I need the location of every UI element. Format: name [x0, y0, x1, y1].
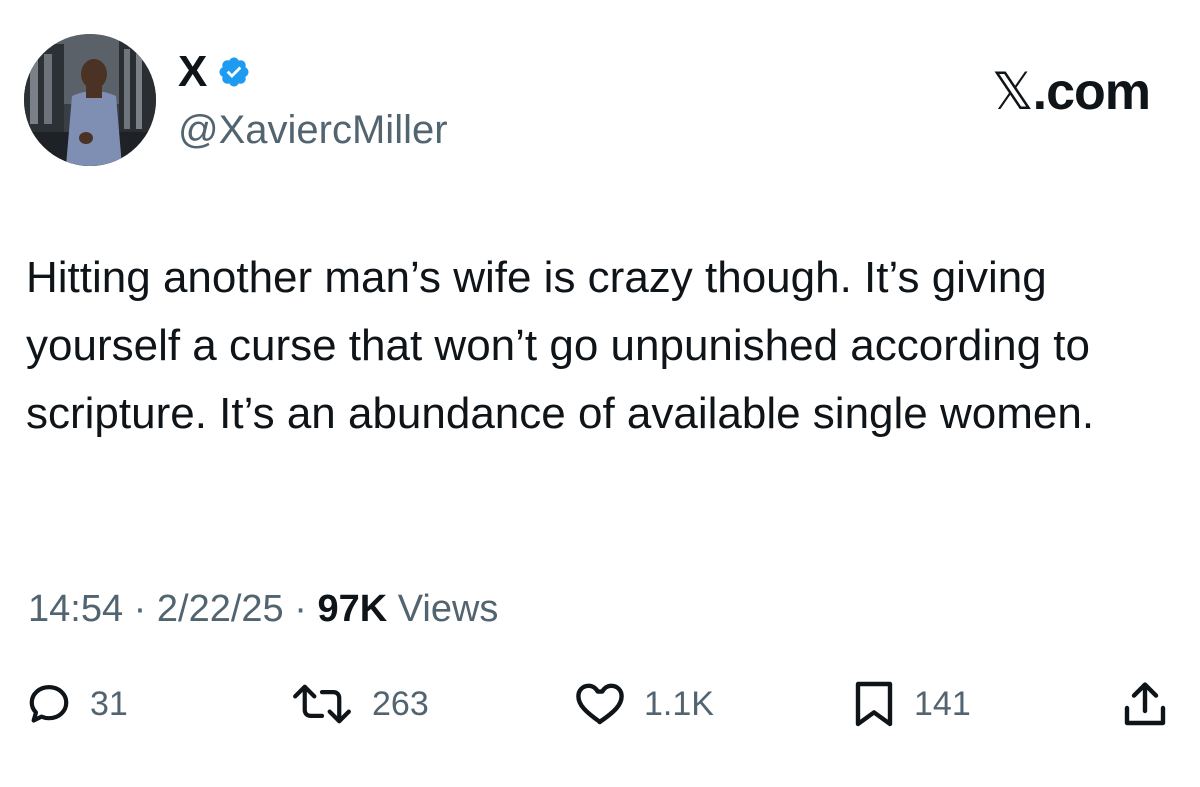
like-icon: [574, 681, 626, 727]
x-logo-mark: 𝕏: [991, 62, 1034, 122]
repost-button[interactable]: 263: [290, 676, 429, 732]
like-button[interactable]: 1.1K: [574, 676, 714, 732]
bookmark-icon: [852, 679, 896, 729]
author-handle[interactable]: @XaviercMiller: [178, 104, 448, 156]
tweet-text: Hitting another man’s wife is crazy thou…: [26, 253, 1095, 438]
bookmark-button[interactable]: 141: [852, 676, 971, 732]
share-icon: [1122, 679, 1168, 729]
brand-logo: 𝕏.com: [991, 62, 1151, 122]
repost-count: 263: [372, 684, 429, 723]
bookmark-count: 141: [914, 684, 971, 723]
meta-separator: ·: [123, 588, 157, 630]
share-button[interactable]: [1122, 676, 1168, 732]
author-display-name[interactable]: X: [178, 44, 207, 100]
brand-suffix: .com: [1032, 63, 1151, 121]
like-count: 1.1K: [644, 684, 714, 723]
meta-separator: ·: [283, 588, 318, 630]
reply-button[interactable]: 31: [26, 676, 128, 732]
tweet-date[interactable]: 2/22/25: [157, 588, 284, 630]
tweet-time[interactable]: 14:54: [28, 588, 123, 630]
tweet-meta: 14:54 · 2/22/25 · 97K Views: [28, 584, 498, 634]
avatar-image: [24, 34, 156, 166]
reply-count: 31: [90, 684, 128, 723]
author-name-row[interactable]: X: [178, 44, 251, 100]
reply-icon: [26, 681, 72, 727]
repost-icon: [290, 681, 354, 727]
views-label: Views: [397, 588, 499, 630]
verified-badge-icon: [217, 55, 251, 89]
avatar[interactable]: [24, 34, 156, 166]
views-count: 97K: [317, 588, 388, 630]
